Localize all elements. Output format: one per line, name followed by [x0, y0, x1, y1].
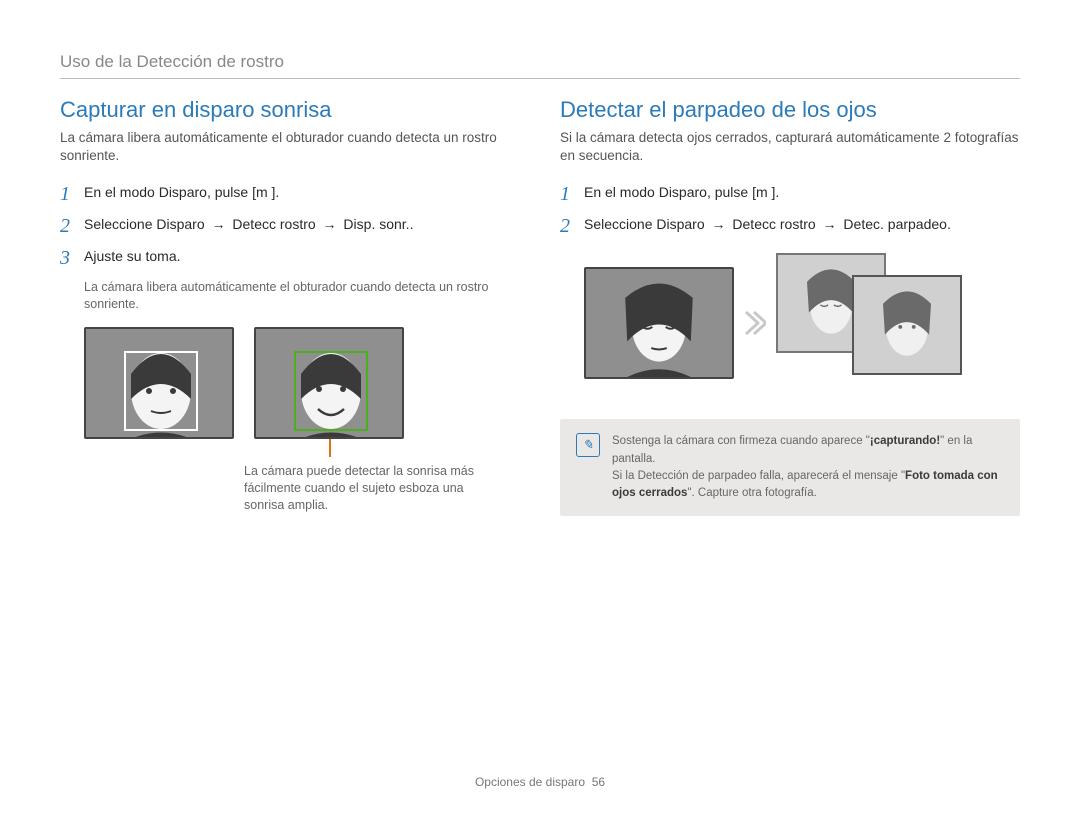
manual-page: Uso de la Detección de rostro Capturar e…	[0, 0, 1080, 815]
page-footer: Opciones de disparo 56	[0, 775, 1080, 789]
smile-detection-frame	[294, 351, 368, 431]
step-subtext: La cámara libera automáticamente el obtu…	[84, 279, 504, 313]
photo-stack	[776, 253, 976, 393]
right-column: Detectar el parpadeo de los ojos Si la c…	[560, 97, 1020, 516]
step-1: 1 En el modo Disparo, pulse [m ].	[560, 183, 1020, 205]
two-column-layout: Capturar en disparo sonrisa La cámara li…	[60, 97, 1020, 516]
step-text: En el modo Disparo, pulse [m ].	[84, 183, 279, 205]
text: Seleccione Disparo	[584, 216, 709, 232]
chevron-right-icon	[740, 308, 770, 338]
divider	[60, 78, 1020, 79]
thumbnail-caption: La cámara puede detectar la sonrisa más …	[244, 463, 474, 514]
text: Detecc rostro	[229, 216, 320, 232]
arrow-icon: →	[320, 216, 340, 232]
section-header: Uso de la Detección de rostro	[60, 52, 1020, 72]
face-illustration	[586, 269, 732, 377]
right-lead: Si la cámara detecta ojos cerrados, capt…	[560, 129, 1020, 165]
photo-thumbnail	[84, 327, 234, 439]
text: ". Capture otra fotografía.	[687, 487, 816, 499]
callout-line	[329, 439, 331, 457]
step-number: 2	[60, 215, 84, 237]
arrow-icon: →	[709, 216, 729, 232]
photo-thumbnail	[254, 327, 404, 439]
footer-label: Opciones de disparo	[475, 775, 585, 789]
right-title: Detectar el parpadeo de los ojos	[560, 97, 1020, 123]
left-lead: La cámara libera automáticamente el obtu…	[60, 129, 520, 165]
thumbnail-wrapper: La cámara puede detectar la sonrisa más …	[254, 327, 474, 514]
example-thumbnails: La cámara puede detectar la sonrisa más …	[84, 327, 520, 514]
step-number: 2	[560, 215, 584, 237]
page-number: 56	[592, 775, 605, 789]
arrow-icon: →	[820, 216, 840, 232]
note-text: Sostenga la cámara con firmeza cuando ap…	[612, 433, 1004, 502]
step-text: Seleccione Disparo → Detecc rostro → Det…	[584, 215, 951, 237]
text: Seleccione Disparo	[84, 216, 209, 232]
text: Si la Detección de parpadeo falla, apare…	[612, 470, 905, 482]
info-icon: ✎	[576, 433, 600, 457]
text: Sostenga la cámara con firmeza cuando ap…	[612, 435, 870, 447]
step-2: 2 Seleccione Disparo → Detecc rostro → D…	[560, 215, 1020, 237]
step-text: Seleccione Disparo → Detecc rostro → Dis…	[84, 215, 413, 237]
stacked-photo-front	[852, 275, 962, 375]
face-detection-frame	[124, 351, 198, 431]
text: Detec. parpadeo.	[840, 216, 951, 232]
step-number: 1	[560, 183, 584, 205]
step-text: Ajuste su toma.	[84, 247, 181, 269]
step-number: 1	[60, 183, 84, 205]
left-title: Capturar en disparo sonrisa	[60, 97, 520, 123]
text: Detecc rostro	[729, 216, 820, 232]
text: Disp. sonr..	[340, 216, 414, 232]
step-number: 3	[60, 247, 84, 269]
step-2: 2 Seleccione Disparo → Detecc rostro → D…	[60, 215, 520, 237]
photo-thumbnail	[584, 267, 734, 379]
step-1: 1 En el modo Disparo, pulse [m ].	[60, 183, 520, 205]
step-3: 3 Ajuste su toma.	[60, 247, 520, 269]
blink-illustration-row	[584, 253, 1020, 393]
bold-text: ¡capturando!	[870, 435, 940, 447]
step-text: En el modo Disparo, pulse [m ].	[584, 183, 779, 205]
info-note: ✎ Sostenga la cámara con firmeza cuando …	[560, 419, 1020, 516]
face-illustration	[854, 277, 960, 373]
left-column: Capturar en disparo sonrisa La cámara li…	[60, 97, 520, 516]
arrow-icon: →	[209, 216, 229, 232]
